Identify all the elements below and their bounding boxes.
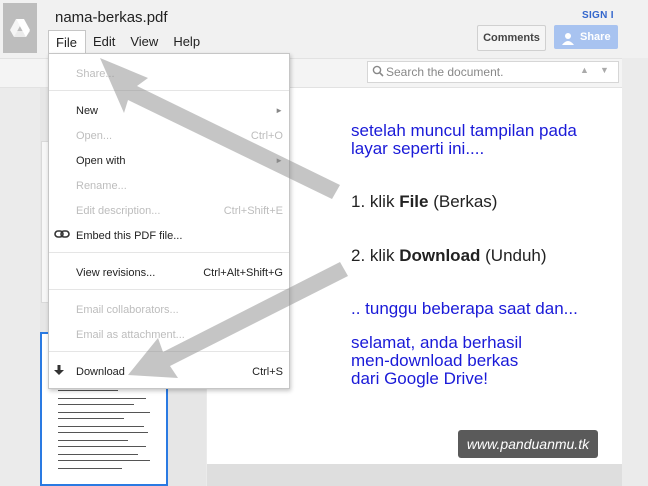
done-text-line-3: dari Google Drive! <box>351 369 489 388</box>
step-1-suffix: (Berkas) <box>428 192 498 211</box>
thumbnail-text-line <box>58 454 138 455</box>
menu-item-shortcut: Ctrl+Shift+E <box>223 205 283 217</box>
step-2-text: 2. klik Download (Unduh) <box>351 246 547 265</box>
thumbnail-text-line <box>58 390 118 391</box>
link-icon <box>54 229 70 242</box>
thumbnail-text-line <box>58 412 150 413</box>
thumbnail-text-line <box>58 440 128 441</box>
menu-item-label: Download <box>76 366 125 378</box>
sign-in-link[interactable]: SIGN I <box>582 10 614 21</box>
thumbnail-text-line <box>58 398 146 399</box>
menu-item-label: Rename... <box>76 180 127 192</box>
thumbnail-text-line <box>58 468 122 469</box>
intro-text-line-1: setelah muncul tampilan pada <box>351 121 577 140</box>
done-text-line-1: selamat, anda berhasil <box>351 333 523 352</box>
thumbnail-text-line <box>58 418 124 419</box>
thumbnail-text-line <box>58 404 134 405</box>
done-text-line-2: men-download berkas <box>351 351 519 370</box>
menu-item-label: Open... <box>76 130 113 142</box>
menu-view[interactable]: View <box>123 30 166 54</box>
file-menu-dropdown: Share... New ► Open... Ctrl+O Open with ► R… <box>48 53 290 389</box>
share-button[interactable]: Share <box>554 25 618 49</box>
thumbnail-text-line <box>58 426 144 427</box>
menu-item-new[interactable]: New ► <box>49 100 289 120</box>
menu-item-view-revisions[interactable]: View revisions... Ctrl+Alt+Shift+G <box>49 262 289 282</box>
menu-bar: File Edit View Help <box>48 30 208 57</box>
menu-item-open[interactable]: Open... Ctrl+O <box>49 125 289 145</box>
menu-item-download[interactable]: Download Ctrl+S <box>49 361 289 381</box>
menu-item-label: Open with <box>76 155 126 167</box>
drive-logo-icon[interactable] <box>3 3 37 53</box>
menu-item-email-collaborators[interactable]: Email collaborators... <box>49 299 289 319</box>
share-button-label: Share <box>580 31 611 43</box>
step-1-prefix: 1. klik <box>351 192 400 211</box>
search-next-icon[interactable]: ▼ <box>600 65 609 75</box>
menu-help[interactable]: Help <box>166 30 208 54</box>
menu-item-shortcut: Ctrl+S <box>252 366 283 378</box>
submenu-arrow-icon: ► <box>275 156 283 165</box>
watermark: www.panduanmu.tk <box>458 430 598 458</box>
step-1-bold: File <box>399 192 429 211</box>
page-gap <box>207 464 622 486</box>
step-1-text: 1. klik File (Berkas) <box>351 192 497 211</box>
menu-item-edit-description[interactable]: Edit description... Ctrl+Shift+E <box>49 200 289 220</box>
menu-item-label: Edit description... <box>76 205 161 217</box>
menu-item-label: New <box>76 105 99 117</box>
step-2-suffix: (Unduh) <box>480 246 547 265</box>
menu-item-label: Share... <box>76 68 115 80</box>
menu-separator <box>49 289 289 290</box>
menu-item-label: Email collaborators... <box>76 304 179 316</box>
thumbnail-text-line <box>58 446 146 447</box>
comments-button[interactable]: Comments <box>477 25 546 51</box>
download-icon <box>54 365 64 379</box>
menu-separator <box>49 90 289 91</box>
menu-item-share[interactable]: Share... <box>49 63 289 83</box>
person-icon <box>562 30 574 54</box>
menu-separator <box>49 252 289 253</box>
menu-item-embed-pdf[interactable]: Embed this PDF file... <box>49 225 289 245</box>
wait-text: .. tunggu beberapa saat dan... <box>351 299 578 318</box>
document-title: nama-berkas.pdf <box>55 9 168 26</box>
menu-item-shortcut: Ctrl+Alt+Shift+G <box>203 267 283 279</box>
menu-item-email-attachment[interactable]: Email as attachment... <box>49 324 289 344</box>
menu-edit[interactable]: Edit <box>86 30 123 54</box>
search-prev-icon[interactable]: ▲ <box>580 65 589 75</box>
thumbnail-text-line <box>58 432 148 433</box>
menu-separator <box>49 351 289 352</box>
search-icon <box>372 65 384 80</box>
step-2-bold: Download <box>399 246 481 265</box>
intro-text-line-2: layar seperti ini.... <box>351 139 485 158</box>
menu-item-shortcut: Ctrl+O <box>250 130 283 142</box>
search-placeholder: Search the document. <box>386 65 504 79</box>
thumbnail-text-line <box>58 460 150 461</box>
menu-item-label: Embed this PDF file... <box>76 230 183 242</box>
menu-item-label: Email as attachment... <box>76 329 185 341</box>
search-document-field[interactable]: Search the document. ▲ ▼ <box>367 61 619 83</box>
menu-item-open-with[interactable]: Open with ► <box>49 150 289 170</box>
menu-item-label: View revisions... <box>76 267 156 279</box>
step-2-prefix: 2. klik <box>351 246 400 265</box>
menu-item-rename[interactable]: Rename... <box>49 175 289 195</box>
submenu-arrow-icon: ► <box>275 106 283 115</box>
